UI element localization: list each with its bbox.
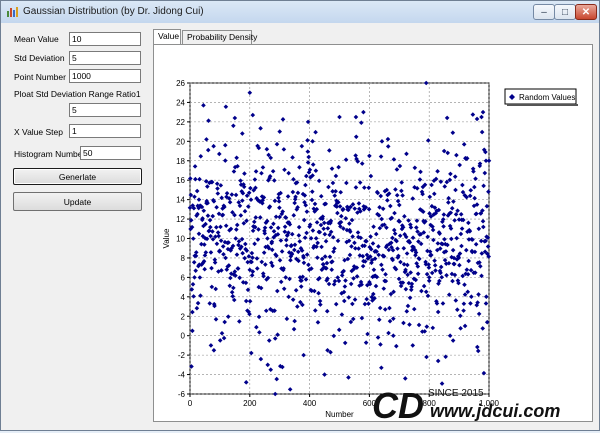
hist-input[interactable]: 50 — [80, 146, 141, 160]
y-axis-label: Value — [162, 228, 171, 248]
watermark-logo-text: CD — [372, 385, 424, 426]
y-tick-label: 12 — [176, 215, 185, 224]
x-tick-label: 200 — [243, 399, 257, 408]
y-tick-label: 16 — [176, 176, 185, 185]
y-tick-label: 18 — [176, 157, 185, 166]
y-tick-label: 26 — [176, 79, 185, 88]
y-tick-label: 2 — [181, 312, 186, 321]
watermark-logo: CD SINCE 2015 www.jdcui.com — [372, 385, 560, 426]
mean-input[interactable]: 10 — [69, 32, 141, 46]
client-area: Mean Value 10 Std Deviation 5 Point Numb… — [7, 25, 595, 425]
y-tick-label: 6 — [181, 273, 186, 282]
y-tick-label: -6 — [178, 390, 186, 399]
app-icon — [7, 7, 18, 17]
watermark: CD SINCE 2015 www.jdcui.com — [370, 377, 600, 431]
watermark-url: www.jdcui.com — [430, 401, 560, 421]
hist-label: Histogram Number — [14, 149, 86, 159]
watermark-since: SINCE 2015 — [428, 388, 484, 399]
points-input[interactable]: 1000 — [69, 69, 141, 83]
legend-shadow — [507, 104, 578, 106]
maximize-button[interactable]: □ — [554, 4, 576, 20]
title-bar[interactable]: Gaussian Distribution (by Dr. Jidong Cui… — [1, 1, 599, 23]
main-window: Gaussian Distribution (by Dr. Jidong Cui… — [0, 0, 600, 431]
y-tick-label: 8 — [181, 254, 186, 263]
xstep-input[interactable]: 1 — [69, 124, 141, 138]
y-tick-label: 10 — [176, 235, 185, 244]
y-tick-label: 0 — [181, 332, 186, 341]
minimize-button[interactable]: – — [533, 4, 555, 20]
ratio-input[interactable]: 5 — [69, 103, 141, 117]
y-tick-label: 24 — [176, 98, 185, 107]
legend-label: Random Values — [519, 93, 575, 102]
y-tick-label: -4 — [178, 371, 186, 380]
xstep-label: X Value Step — [14, 127, 63, 137]
close-button[interactable]: ✕ — [575, 4, 597, 20]
y-tick-label: 22 — [176, 118, 185, 127]
std-label: Std Deviation — [14, 53, 65, 63]
scatter-chart: -6-4-2024681012141618202224260 200 400 600 8… — [162, 79, 578, 419]
chart-panel: -6 -4 -2 0 2 4 6 8 10 12 14 16 18 20 22 24 26 0 200 400 600 8… — [153, 44, 593, 422]
update-button[interactable]: Update — [13, 192, 142, 211]
y-tick-label: 4 — [181, 293, 186, 302]
y-tick-label: 14 — [176, 196, 185, 205]
std-input[interactable]: 5 — [69, 51, 141, 65]
window-title: Gaussian Distribution (by Dr. Jidong Cui… — [23, 6, 204, 17]
x-tick-label: 0 — [188, 399, 193, 408]
ratio-label: Ploat Std Deviation Range Ratio1 — [14, 89, 141, 99]
y-tick-label: 20 — [176, 137, 185, 146]
points-label: Point Number — [14, 72, 66, 82]
mean-label: Mean Value — [14, 34, 59, 44]
tab-probability-density[interactable]: Probability Density — [182, 30, 257, 45]
x-axis-label: Number — [325, 410, 354, 419]
y-tick-label: -2 — [178, 351, 186, 360]
generate-button[interactable]: Generlate — [13, 168, 142, 185]
x-tick-label: 400 — [303, 399, 317, 408]
